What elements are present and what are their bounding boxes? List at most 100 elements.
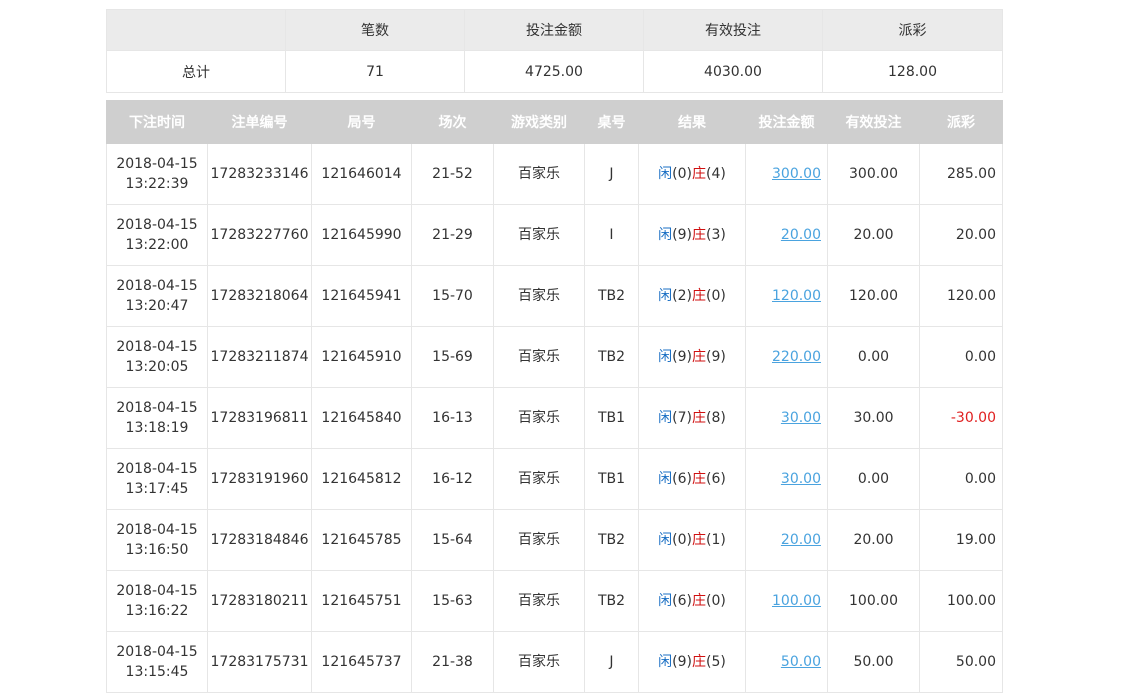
result-close-paren: )	[720, 166, 726, 182]
cell-bet-amount: 30.00	[745, 387, 828, 449]
cell-round-no: 121645812	[311, 448, 412, 510]
result-close-paren: )	[720, 349, 726, 365]
cell-session: 21-29	[411, 204, 494, 266]
result-close-paren: )	[720, 410, 726, 426]
header-bet-no: 注单编号	[207, 100, 312, 144]
table-row: 2018-04-15 13:22:00 17283227760 121645990 21…	[106, 204, 1003, 266]
result-player-label: 闲	[658, 410, 673, 426]
cell-bet-time: 2018-04-15 13:18:19	[106, 387, 208, 449]
summary-header-count: 笔数	[285, 9, 465, 51]
result-banker-label: 庄	[692, 349, 706, 365]
cell-payout: 20.00	[919, 204, 1003, 266]
cell-result: 闲(9)庄(9)	[638, 326, 746, 388]
bet-date: 2018-04-15	[116, 583, 198, 599]
cell-bet-no: 17283184846	[207, 509, 312, 571]
bet-date: 2018-04-15	[116, 522, 198, 538]
cell-game-type: 百家乐	[493, 448, 585, 510]
bet-amount-link[interactable]: 20.00	[781, 227, 821, 243]
cell-session: 21-38	[411, 631, 494, 693]
bet-time: 13:16:22	[125, 603, 189, 619]
cell-round-no: 121646014	[311, 143, 412, 205]
bet-amount-link[interactable]: 50.00	[781, 654, 821, 670]
cell-bet-amount: 30.00	[745, 448, 828, 510]
bet-time: 13:20:05	[125, 359, 189, 375]
cell-valid-bet: 120.00	[827, 265, 920, 327]
table-row: 2018-04-15 13:20:47 17283218064 121645941 15…	[106, 265, 1003, 327]
cell-round-no: 121645840	[311, 387, 412, 449]
summary-header-empty	[106, 9, 286, 51]
cell-session: 21-52	[411, 143, 494, 205]
result-banker-label: 庄	[692, 227, 706, 243]
result-player-score: 0	[677, 166, 687, 182]
bet-amount-link[interactable]: 300.00	[772, 166, 821, 182]
result-close-paren: )	[720, 532, 726, 548]
table-row: 2018-04-15 13:22:39 17283233146 121646014 21…	[106, 143, 1003, 205]
cell-bet-no: 17283191960	[207, 448, 312, 510]
bet-amount-link[interactable]: 220.00	[772, 349, 821, 365]
bet-time: 13:18:19	[125, 420, 189, 436]
summary-header-payout: 派彩	[822, 9, 1003, 51]
header-session: 场次	[411, 100, 494, 144]
detail-header-row: 下注时间 注单编号 局号 场次 游戏类别 桌号 结果 投注金额 有效投注 派彩	[106, 100, 1003, 144]
bet-date: 2018-04-15	[116, 339, 198, 355]
cell-round-no: 121645990	[311, 204, 412, 266]
cell-table-no: TB1	[584, 448, 639, 510]
result-player-score: 6	[677, 471, 687, 487]
cell-bet-time: 2018-04-15 13:15:45	[106, 631, 208, 693]
summary-valid-bet: 4030.00	[643, 50, 823, 93]
cell-bet-time: 2018-04-15 13:22:39	[106, 143, 208, 205]
bet-amount-link[interactable]: 100.00	[772, 593, 821, 609]
cell-session: 15-69	[411, 326, 494, 388]
cell-bet-no: 17283180211	[207, 570, 312, 632]
bet-amount-link[interactable]: 120.00	[772, 288, 821, 304]
bet-detail-table: 下注时间 注单编号 局号 场次 游戏类别 桌号 结果 投注金额 有效投注 派彩 …	[106, 100, 1003, 693]
cell-valid-bet: 300.00	[827, 143, 920, 205]
result-close-paren: )	[720, 654, 726, 670]
result-player-score: 6	[677, 593, 687, 609]
cell-round-no: 121645910	[311, 326, 412, 388]
result-banker-label: 庄	[692, 166, 706, 182]
cell-table-no: TB2	[584, 570, 639, 632]
result-player-label: 闲	[658, 593, 673, 609]
summary-bet-amount: 4725.00	[464, 50, 644, 93]
cell-game-type: 百家乐	[493, 387, 585, 449]
table-row: 2018-04-15 13:16:50 17283184846 121645785 15…	[106, 509, 1003, 571]
summary-header-bet-amount: 投注金额	[464, 9, 644, 51]
cell-session: 15-63	[411, 570, 494, 632]
bet-date: 2018-04-15	[116, 461, 198, 477]
result-player-score: 9	[677, 227, 687, 243]
cell-table-no: TB2	[584, 509, 639, 571]
bet-amount-link[interactable]: 20.00	[781, 532, 821, 548]
cell-result: 闲(6)庄(6)	[638, 448, 746, 510]
cell-table-no: J	[584, 143, 639, 205]
cell-result: 闲(9)庄(3)	[638, 204, 746, 266]
cell-valid-bet: 0.00	[827, 326, 920, 388]
cell-payout: 0.00	[919, 326, 1003, 388]
table-row: 2018-04-15 13:15:45 17283175731 121645737 21…	[106, 631, 1003, 693]
bet-amount-link[interactable]: 30.00	[781, 471, 821, 487]
bet-date: 2018-04-15	[116, 400, 198, 416]
table-row: 2018-04-15 13:18:19 17283196811 121645840 16…	[106, 387, 1003, 449]
cell-table-no: J	[584, 631, 639, 693]
cell-payout: 285.00	[919, 143, 1003, 205]
cell-bet-amount: 220.00	[745, 326, 828, 388]
result-close-paren: )	[720, 288, 726, 304]
cell-table-no: TB1	[584, 387, 639, 449]
bet-amount-link[interactable]: 30.00	[781, 410, 821, 426]
result-player-score: 0	[677, 532, 687, 548]
cell-game-type: 百家乐	[493, 143, 585, 205]
bet-date: 2018-04-15	[116, 278, 198, 294]
cell-bet-no: 17283175731	[207, 631, 312, 693]
summary-total-row: 总计 71 4725.00 4030.00 128.00	[106, 50, 1003, 93]
summary-header-row: 笔数 投注金额 有效投注 派彩	[106, 9, 1003, 51]
bet-time: 13:16:50	[125, 542, 189, 558]
cell-result: 闲(9)庄(5)	[638, 631, 746, 693]
cell-result: 闲(0)庄(4)	[638, 143, 746, 205]
cell-valid-bet: 0.00	[827, 448, 920, 510]
result-close-paren: )	[720, 593, 726, 609]
cell-bet-no: 17283227760	[207, 204, 312, 266]
cell-bet-time: 2018-04-15 13:17:45	[106, 448, 208, 510]
header-payout: 派彩	[919, 100, 1003, 144]
cell-payout: 100.00	[919, 570, 1003, 632]
cell-valid-bet: 50.00	[827, 631, 920, 693]
